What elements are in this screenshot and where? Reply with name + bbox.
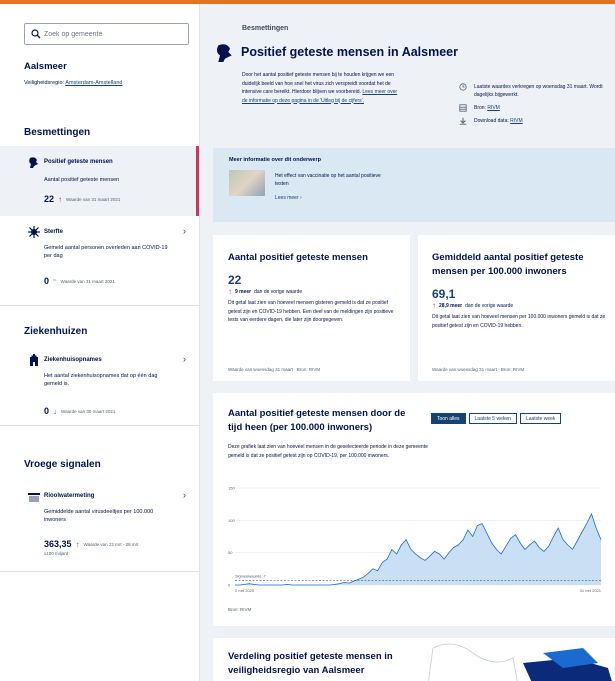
sidebar-item-note: Waarde van 22 mrt - 28 mrt — [83, 541, 139, 547]
sidebar-item-label: Ziekenhuisopnames — [44, 357, 102, 363]
arrow-down-icon: ↓ — [53, 406, 58, 416]
sidebar-item-note: Waarde van 31 maart 2021 — [60, 278, 115, 284]
card-title: Verdeling positief geteste mensen in vei… — [228, 651, 393, 676]
divider — [0, 571, 199, 572]
main-content: Besmettingen Positief geteste mensen in … — [200, 4, 615, 681]
sidebar-item-label: Positief geteste mensen — [44, 159, 113, 165]
chevron-right-icon: › — [183, 226, 186, 236]
deaths-icon — [28, 226, 40, 238]
article-image — [229, 170, 265, 196]
card-region-distribution: Verdeling positief geteste mensen in vei… — [213, 638, 615, 681]
x-tick-label-end: 31 mrt 2021 — [580, 588, 602, 593]
sidebar-item-value: 22 — [44, 194, 55, 204]
metadata-panel: Laatste waardes verkregen op woensdag 31… — [458, 83, 608, 130]
y-tick-label: 50 — [228, 550, 233, 555]
search-icon — [31, 29, 41, 39]
chevron-right-icon: › — [183, 490, 186, 500]
database-icon — [459, 104, 467, 112]
updated-text: Laatste waardes verkregen op woensdag 31… — [474, 84, 603, 98]
divider — [0, 425, 199, 426]
chevron-right-icon: › — [183, 354, 186, 364]
sidebar-item-value: 363,35 — [44, 539, 72, 549]
kpi-value: 69,1 — [432, 287, 456, 301]
card-positive-total: Aantal positief geteste mensen 22 ↑ 9 mee… — [213, 235, 410, 381]
sidebar-item-desc: Aantal positief geteste mensen — [44, 177, 120, 183]
search-input[interactable] — [44, 27, 184, 41]
section-title-infections: Besmettingen — [24, 127, 91, 138]
card-description: Dit getal laat zien van hoeveel mensen g… — [228, 300, 394, 323]
card-title: Aantal positief geteste mensen — [228, 252, 368, 263]
virus-head-icon — [29, 157, 38, 168]
card-title: Gemiddeld aantal positief geteste mensen… — [432, 252, 584, 277]
y-tick-label: 150 — [228, 486, 235, 491]
neutral-dot-icon: = — [53, 278, 57, 284]
arrow-up-icon: ↑ — [58, 194, 63, 204]
kpi-delta: ↑ 9 meer dan de vorige waarde — [228, 287, 303, 296]
arrow-up-icon: ↑ — [432, 301, 436, 310]
read-more-link[interactable]: Lees meer › — [275, 195, 302, 201]
section-title-hospitals: Ziekenhuizen — [24, 326, 88, 337]
page-heading: Positief geteste mensen in Aalsmeer — [241, 45, 458, 59]
region-link[interactable]: Amsterdam-Amstelland — [65, 80, 122, 86]
source-label: Bron: — [474, 105, 486, 111]
download-label: Download data: — [474, 118, 509, 124]
page-kicker: Besmettingen — [242, 25, 289, 32]
kpi-value: 22 — [228, 273, 242, 287]
intro-text: Door het aantal positief geteste mensen … — [242, 71, 402, 105]
sidebar-item-note: Waarde van 31 maart 2021 — [66, 196, 121, 202]
sidebar-item-sewage[interactable]: Rioolwatermeting › Gemiddelde aantal vir… — [0, 480, 199, 570]
download-icon — [459, 117, 467, 125]
download-link[interactable]: RIVM — [510, 117, 523, 125]
section-title-early-signals: Vroege signalen — [24, 459, 101, 470]
card-description: Dit getal laat zien van hoeveel mensen p… — [432, 314, 606, 329]
card-footer: Waarde van woensdag 31 maart · Bron: RIV… — [432, 367, 525, 372]
virus-head-icon — [217, 44, 232, 62]
arrow-up-icon: ↑ — [75, 539, 80, 549]
sidebar-item-value: 0 — [44, 276, 50, 286]
kpi-delta: ↑ 28,9 meer dan de vorige waarde — [432, 301, 514, 310]
line-chart: 0 50 100 150 Signaalwaarde: 7 2 mrt 2020 31 mr… — [228, 486, 602, 594]
y-tick-label: 0 — [228, 583, 231, 588]
region-info: Veiligheidsregio: Amsterdam-Amstelland — [24, 80, 122, 86]
sidebar-item-desc: Gemiddelde aantal virusdeeltjes per 100.… — [44, 509, 154, 523]
sidebar-item-label: Rioolwatermeting — [44, 493, 95, 499]
more-info-title: Meer informatie over dit onderwerp — [229, 157, 321, 163]
chart-source: Bron: RIVM — [228, 607, 252, 612]
source-link[interactable]: RIVM — [487, 104, 500, 112]
more-info-text: Het effect van vaccinatie op het aantal … — [275, 173, 381, 187]
region-label: Veiligheidsregio: — [24, 80, 65, 86]
sewage-icon — [28, 493, 40, 502]
signal-label: Signaalwaarde: 7 — [235, 573, 267, 578]
sidebar-item-unit: x100 miljard — [44, 551, 69, 556]
sidebar-item-value: 0 — [44, 406, 50, 416]
clock-icon — [459, 83, 467, 91]
y-tick-label: 100 — [228, 518, 235, 523]
sidebar-item-deaths[interactable]: Sterfte › Gemeld aantal personen overled… — [0, 216, 199, 304]
search-box[interactable] — [24, 23, 189, 45]
page-title: Positief geteste mensen in Aalsmeer — [215, 42, 458, 62]
sidebar-item-note: Waarde van 30 maart 2021 — [61, 408, 116, 414]
region-map — [428, 643, 612, 681]
card-footer: Waarde van woensdag 31 maart · Bron: RIV… — [228, 367, 321, 372]
municipality-name: Aalsmeer — [24, 61, 67, 72]
sidebar-item-desc: Het aantal ziekenhuisopnames dat op één … — [44, 373, 158, 387]
sidebar: Aalsmeer Veiligheidsregio: Amsterdam-Ams… — [0, 4, 200, 681]
sidebar-item-hospital-admissions[interactable]: Ziekenhuisopnames › Het aantal ziekenhui… — [0, 344, 199, 424]
sidebar-item-label: Sterfte — [44, 229, 64, 235]
sidebar-item-desc: Gemeld aantal personen overleden aan COV… — [44, 245, 168, 259]
arrow-up-icon: ↑ — [228, 287, 232, 296]
card-chart: Aantal positief geteste mensen door de t… — [213, 393, 615, 626]
x-tick-label-start: 2 mrt 2020 — [235, 588, 255, 593]
sidebar-item-positive-tests[interactable]: Positief geteste mensen Aantal positief … — [0, 146, 199, 216]
more-info-box: Meer informatie over dit onderwerp Het e… — [213, 148, 615, 222]
card-positive-per100k: Gemiddeld aantal positief geteste mensen… — [418, 235, 615, 381]
hospital-icon — [30, 354, 38, 366]
divider — [0, 305, 199, 306]
